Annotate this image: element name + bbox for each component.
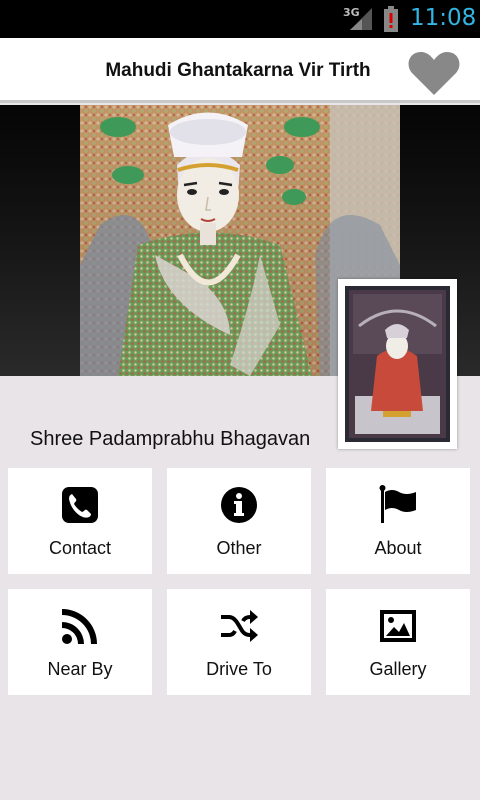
app-bar: Mahudi Ghantakarna Vir Tirth	[0, 38, 480, 103]
other-button[interactable]: Other	[167, 468, 311, 574]
image-icon	[380, 610, 416, 642]
gallery-button[interactable]: Gallery	[326, 589, 470, 695]
phone-icon	[62, 487, 98, 523]
rss-icon	[62, 609, 97, 644]
battery-alert-icon	[384, 6, 398, 32]
other-label: Other	[216, 538, 262, 558]
clock: 11:08	[410, 5, 477, 31]
status-bar: 3G 11:08	[0, 0, 480, 38]
near-by-label: Near By	[47, 659, 113, 679]
gallery-label: Gallery	[369, 659, 427, 679]
contact-button[interactable]: Contact	[8, 468, 152, 574]
info-icon	[221, 487, 257, 523]
flag-icon	[379, 485, 416, 523]
near-by-button[interactable]: Near By	[8, 589, 152, 695]
deity-thumbnail-photo	[345, 286, 450, 442]
heart-icon[interactable]	[408, 50, 460, 96]
contact-label: Contact	[48, 538, 112, 558]
about-label: About	[374, 538, 422, 558]
deity-name: Shree Padamprabhu Bhagavan	[30, 428, 311, 450]
drive-to-button[interactable]: Drive To	[167, 589, 311, 695]
signal-icon	[350, 8, 372, 30]
deity-thumbnail[interactable]	[338, 279, 457, 449]
drive-to-label: Drive To	[206, 659, 272, 679]
about-button[interactable]: About	[326, 468, 470, 574]
shuffle-icon	[221, 610, 258, 642]
